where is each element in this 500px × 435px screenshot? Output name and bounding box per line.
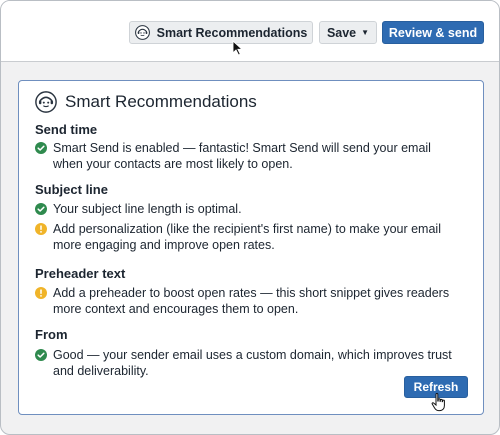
panel-title: Smart Recommendations <box>65 92 257 111</box>
smart-recommendations-panel: Smart Recommendations Send time Smart Se… <box>18 80 484 415</box>
smart-recommendations-button[interactable]: Smart Recommendations <box>129 21 313 44</box>
recommendation-text: Good — your sender email uses a custom d… <box>53 348 452 378</box>
recommendation-item: Your subject line length is optimal. <box>35 201 465 217</box>
review-send-button[interactable]: Review & send <box>382 21 484 44</box>
recommendation-text: Smart Send is enabled — fantastic! Smart… <box>53 141 431 171</box>
app-window: Smart Recommendations Save ▼ Review & se… <box>0 0 500 435</box>
save-label: Save <box>326 25 357 40</box>
assistant-avatar-icon <box>35 91 57 113</box>
recommendation-text: Add a preheader to boost open rates — th… <box>53 286 450 316</box>
caret-down-icon: ▼ <box>361 28 370 37</box>
recommendation-text: Your subject line length is optimal. <box>53 202 242 216</box>
save-button[interactable]: Save ▼ <box>319 21 377 44</box>
check-circle-icon <box>35 349 47 361</box>
section-heading-subject-line: Subject line <box>35 182 108 197</box>
recommendation-item: Good — your sender email uses a custom d… <box>35 347 465 379</box>
recommendation-item: Smart Send is enabled — fantastic! Smart… <box>35 140 465 172</box>
check-circle-icon <box>35 203 47 215</box>
hand-pointer-icon <box>431 392 445 412</box>
warning-circle-icon <box>35 223 47 235</box>
section-heading-send-time: Send time <box>35 122 98 137</box>
warning-circle-icon <box>35 287 47 299</box>
recommendation-text: Add personalization (like the recipient'… <box>53 222 441 252</box>
section-heading-from: From <box>35 327 68 342</box>
mouse-pointer-icon <box>232 40 244 56</box>
recommendation-item: Add a preheader to boost open rates — th… <box>35 285 465 317</box>
toolbar: Smart Recommendations Save ▼ Review & se… <box>1 1 499 62</box>
section-heading-preheader-text: Preheader text <box>35 266 126 281</box>
panel-header: Smart Recommendations <box>35 91 257 113</box>
smart-recommendations-label: Smart Recommendations <box>156 25 308 40</box>
review-send-label: Review & send <box>388 25 478 40</box>
recommendation-item: Add personalization (like the recipient'… <box>35 221 465 253</box>
check-circle-icon <box>35 142 47 154</box>
assistant-avatar-icon <box>134 25 150 40</box>
